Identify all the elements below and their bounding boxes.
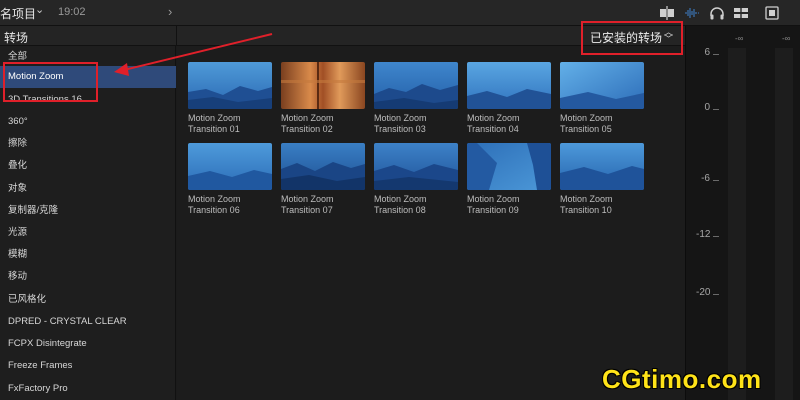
- annotation-arrow-icon: [114, 33, 273, 76]
- watermark: CGtimo.com: [602, 364, 762, 394]
